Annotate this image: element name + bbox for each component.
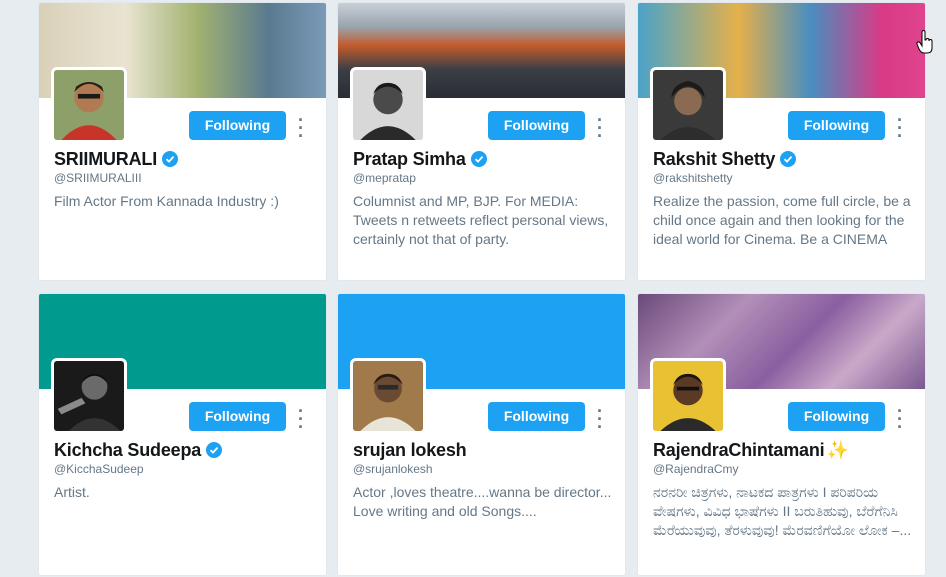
verified-badge-icon xyxy=(780,151,797,167)
profile-card-rakshit-shetty[interactable]: Following · · · Rakshit Shetty @rakshitshe… xyxy=(637,2,926,281)
display-name[interactable]: srujan lokesh xyxy=(353,440,467,461)
avatar[interactable] xyxy=(51,67,127,143)
hand-pointer-cursor-icon xyxy=(916,30,933,54)
display-name[interactable]: Rakshit Shetty xyxy=(653,149,775,170)
avatar[interactable] xyxy=(51,358,127,434)
verified-badge-icon xyxy=(470,151,487,167)
display-name[interactable]: Kichcha Sudeepa xyxy=(54,440,201,461)
following-button[interactable]: Following xyxy=(488,111,585,140)
name-row: Rakshit Shetty xyxy=(653,147,797,171)
profile-card-srujan-lokesh[interactable]: Following · · · srujan lokesh @srujanlokes… xyxy=(337,293,626,576)
bio: Realize the passion, come full circle, b… xyxy=(653,193,911,247)
bio: Film Actor From Kannada Industry :) xyxy=(54,193,279,209)
handle[interactable]: @KicchaSudeep xyxy=(54,462,144,476)
vertical-ellipsis-icon[interactable]: · · · xyxy=(293,402,309,436)
profile-card-kichcha-sudeepa[interactable]: Following · · · Kichcha Sudeepa @KicchaSud… xyxy=(38,293,327,576)
handle[interactable]: @SRIIMURALIII xyxy=(54,171,142,185)
following-button[interactable]: Following xyxy=(788,111,885,140)
handle[interactable]: @srujanlokesh xyxy=(353,462,433,476)
display-name[interactable]: Pratap Simha xyxy=(353,149,466,170)
bio: ನರನರೀ ಚಿತ್ರಗಳು, ನಾಟಕದ ಪಾತ್ರಗಳು I ಪರಿಪರಿಯ… xyxy=(653,484,912,538)
name-row: SRIIMURALI xyxy=(54,147,178,171)
name-row: Pratap Simha xyxy=(353,147,487,171)
bio: Columnist and MP, BJP. For MEDIA: Tweets… xyxy=(353,193,609,247)
vertical-ellipsis-icon[interactable]: · · · xyxy=(592,111,608,145)
profile-card-sriimurali[interactable]: Following · · · SRIIMURALI @SRIIMURALIII F… xyxy=(38,2,327,281)
bio: Artist. xyxy=(54,484,90,500)
verified-badge-icon xyxy=(206,442,223,458)
name-row: RajendraChintamani ✨ xyxy=(653,438,849,462)
following-button[interactable]: Following xyxy=(488,402,585,431)
avatar[interactable] xyxy=(350,67,426,143)
avatar[interactable] xyxy=(650,358,726,434)
avatar[interactable] xyxy=(650,67,726,143)
display-name[interactable]: RajendraChintamani xyxy=(653,440,825,461)
profile-card-rajendrachintamani[interactable]: Following · · · RajendraChintamani ✨ @Raje… xyxy=(637,293,926,576)
handle[interactable]: @rakshitshetty xyxy=(653,171,733,185)
profile-card-pratap-simha[interactable]: Following · · · Pratap Simha @mepratap Col… xyxy=(337,2,626,281)
vertical-ellipsis-icon[interactable]: · · · xyxy=(592,402,608,436)
vertical-ellipsis-icon[interactable]: · · · xyxy=(892,402,908,436)
bio: Actor ,loves theatre....wanna be directo… xyxy=(353,484,612,519)
following-button[interactable]: Following xyxy=(189,111,286,140)
vertical-ellipsis-icon[interactable]: · · · xyxy=(293,111,309,145)
vertical-ellipsis-icon[interactable]: · · · xyxy=(892,111,908,145)
sparkles-icon: ✨ xyxy=(826,439,849,460)
display-name[interactable]: SRIIMURALI xyxy=(54,149,157,170)
verified-badge-icon xyxy=(162,151,178,167)
avatar[interactable] xyxy=(350,358,426,434)
name-row: srujan lokesh xyxy=(353,438,467,462)
following-button[interactable]: Following xyxy=(788,402,885,431)
following-button[interactable]: Following xyxy=(189,402,286,431)
handle[interactable]: @RajendraCmy xyxy=(653,462,739,476)
handle[interactable]: @mepratap xyxy=(353,171,416,185)
name-row: Kichcha Sudeepa xyxy=(54,438,223,462)
